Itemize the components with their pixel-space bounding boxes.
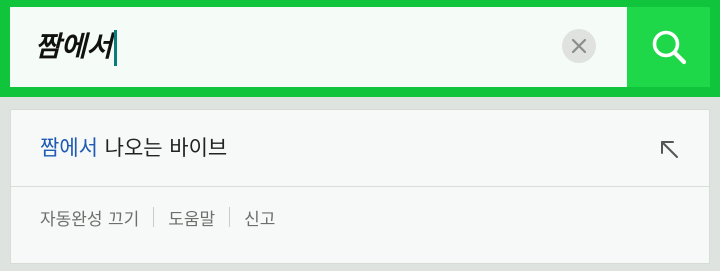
clear-button[interactable] [562,29,596,63]
divider [229,207,231,227]
search-query[interactable]: 짬에서 [35,26,118,68]
autocomplete-off-link[interactable]: 자동완성 끄기 [40,205,139,230]
text-caret [114,30,118,66]
suggestion-rest: 나오는 바이브 [97,136,228,160]
report-link[interactable]: 신고 [244,205,275,230]
arrow-up-left-icon [661,141,678,158]
search-button[interactable] [627,7,710,87]
autocomplete-footer: 자동완성 끄기 도움말 신고 [40,204,275,230]
divider [153,207,155,227]
search-header: 짬에서 [0,0,720,97]
search-icon [652,30,686,65]
fill-query-button[interactable] [654,134,684,164]
suggestion-item[interactable]: 짬에서 나오는 바이브 [11,110,709,187]
close-icon [571,38,587,54]
suggestion-text[interactable]: 짬에서 나오는 바이브 [40,133,227,163]
search-query-text: 짬에서 [35,30,113,63]
autocomplete-panel: 짬에서 나오는 바이브 자동완성 끄기 도움말 신고 [10,109,710,264]
search-input[interactable]: 짬에서 [10,7,627,87]
help-link[interactable]: 도움말 [168,205,215,230]
suggestion-match: 짬에서 [40,136,98,160]
